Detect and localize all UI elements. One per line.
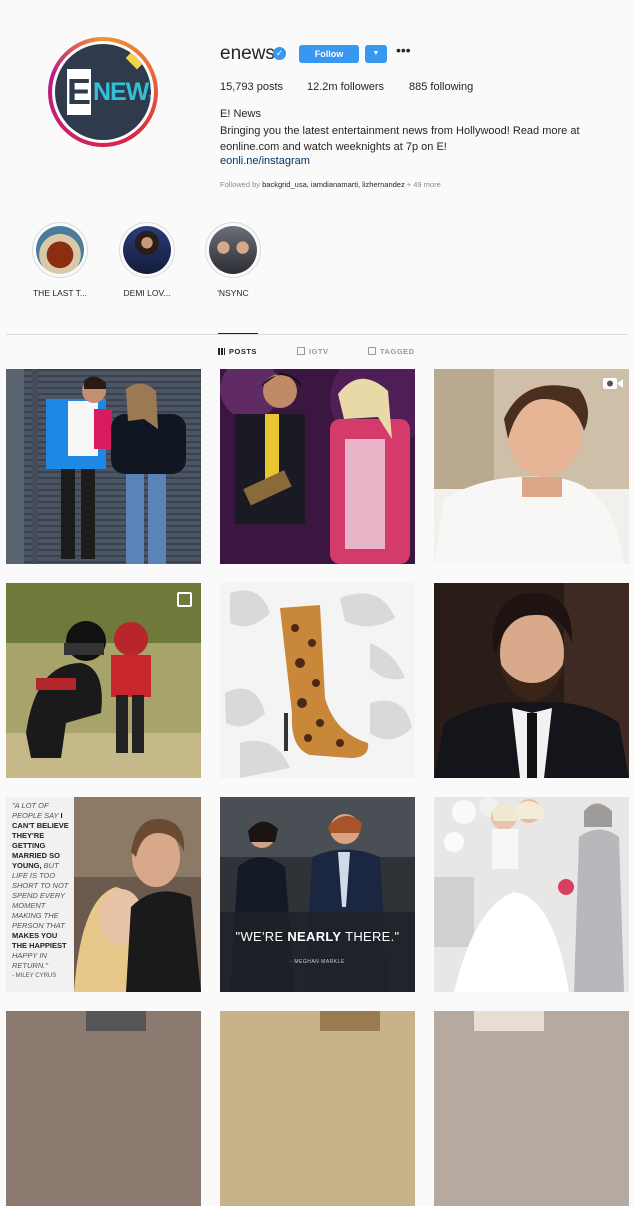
person-thumbnail-icon: [123, 226, 171, 274]
follow-button[interactable]: Follow: [299, 45, 359, 63]
post-tile[interactable]: [220, 369, 415, 564]
profile-full-name: E! News: [220, 108, 261, 120]
post-tile[interactable]: [434, 369, 629, 564]
post-tile[interactable]: [434, 797, 629, 992]
verified-badge-icon: ✓: [273, 47, 286, 60]
followed-by[interactable]: Followed by backgrid_usa, iamdianamarti,…: [220, 180, 441, 189]
concert-photo: [220, 369, 415, 564]
logo-accent-shape: [125, 46, 149, 70]
motocross-father-son-photo: [6, 583, 201, 778]
leopard-boot-photo: [220, 583, 415, 778]
post-tile[interactable]: [6, 1011, 201, 1206]
post-tile[interactable]: [434, 1011, 629, 1206]
profile-bio: Bringing you the latest entertainment ne…: [220, 125, 580, 153]
post-tile[interactable]: [220, 1011, 415, 1206]
highlight-the-last[interactable]: THE LAST T...: [30, 222, 90, 298]
quote-text: "A lot of people say I can't believe the…: [12, 801, 69, 970]
quote-overlay-credit: - MEGHAN MARKLE: [290, 959, 345, 965]
post-tile[interactable]: "WE'RE NEARLY THERE." - MEGHAN MARKLE: [220, 797, 415, 992]
post-tile[interactable]: "A lot of people say I can't believe the…: [6, 797, 201, 992]
group-thumbnail-icon: [209, 226, 257, 274]
profile-username: enews: [220, 43, 275, 64]
highlight-nsync[interactable]: 'NSYNC: [203, 222, 263, 298]
enews-logo: E NEWS: [55, 44, 151, 140]
post-tile[interactable]: [6, 583, 201, 778]
following-count-stat[interactable]: 885 following: [409, 81, 473, 93]
tabs-divider: [6, 334, 628, 335]
tab-tagged[interactable]: TAGGED: [368, 347, 415, 356]
grid-icon: [218, 348, 225, 355]
profile-link[interactable]: eonli.ne/instagram: [220, 155, 310, 167]
active-tab-indicator: [218, 333, 258, 334]
profile-avatar[interactable]: E NEWS: [48, 37, 158, 147]
post-tile[interactable]: [6, 369, 201, 564]
party-dresses-photo: [434, 797, 629, 992]
posts-count-stat: 15,793 posts: [220, 81, 284, 93]
followers-count-stat[interactable]: 12.2m followers: [307, 81, 384, 93]
quote-credit: - MILEY CYRUS: [12, 973, 57, 979]
quote-overlay-text: "WE'RE NEARLY THERE.": [235, 929, 400, 944]
tab-posts[interactable]: POSTS: [218, 347, 257, 356]
post-tile[interactable]: [220, 583, 415, 778]
tv-icon: [297, 347, 305, 355]
man-in-tuxedo-photo: [434, 583, 629, 778]
couple-walking-photo: [6, 369, 201, 564]
multiple-photos-icon: [177, 592, 192, 607]
highlight-demi-lovato[interactable]: DEMI LOV...: [117, 222, 177, 298]
more-options-icon[interactable]: •••: [396, 42, 411, 58]
boy-video-thumbnail: [434, 369, 629, 564]
suggested-accounts-dropdown-button[interactable]: ▼: [365, 45, 387, 63]
video-icon: [603, 378, 623, 389]
tag-icon: [368, 347, 376, 355]
logo-word: NEWS: [93, 78, 151, 106]
post-tile[interactable]: [434, 583, 629, 778]
logo-letter: E: [67, 69, 91, 115]
tab-igtv[interactable]: IGTV: [297, 347, 329, 356]
food-thumbnail-icon: [36, 226, 84, 274]
